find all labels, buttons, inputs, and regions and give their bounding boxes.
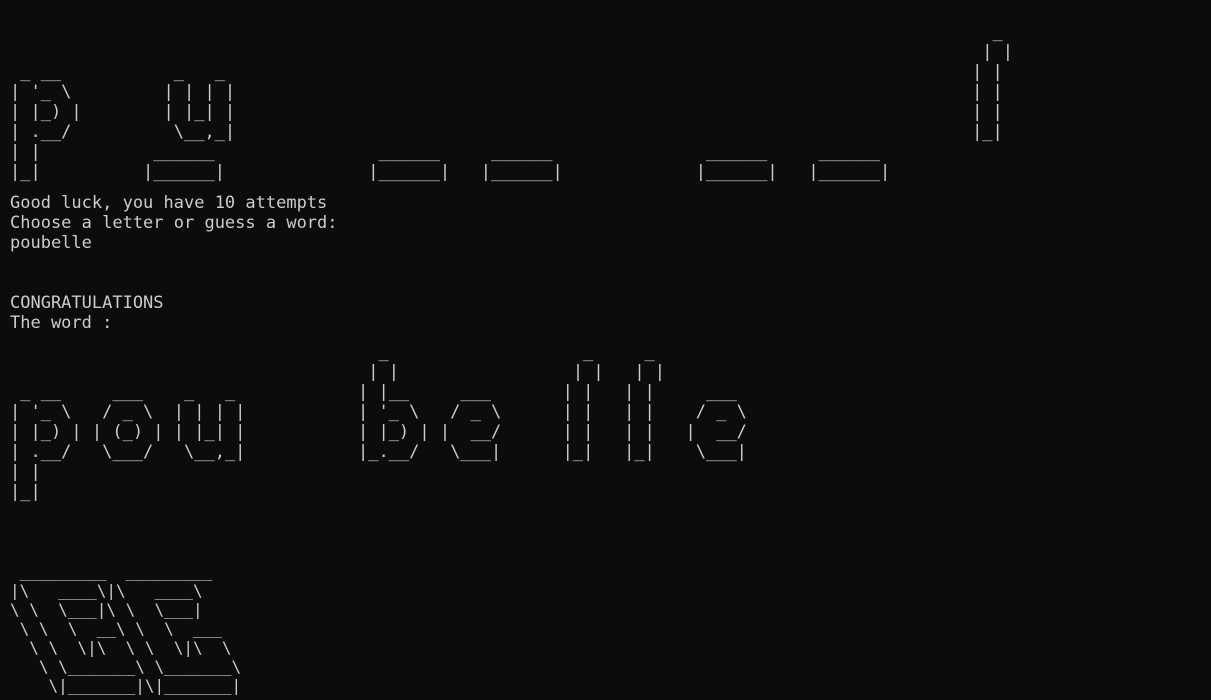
- logo-art-line: \ \_______\ \_______\: [10, 657, 242, 676]
- logo-art-line: \ \ \|\ \ \ \|\ \: [10, 638, 232, 657]
- logo-ascii-art: _________ _________ |\ ____\|\ ____\ \ \…: [10, 562, 241, 695]
- logo-art-line: |\ ____\|\ ____\: [10, 581, 203, 600]
- game-status-text: Good luck, you have 10 attempts Choose a…: [10, 193, 338, 253]
- logo-art-line: \ \ \___|\ \ \___|: [10, 600, 203, 619]
- revealed-word-art-line: _ __ ___ _ _ | |__ ___ | | | | ___: [10, 382, 737, 402]
- revealed-word-art-line: |_|: [10, 482, 41, 502]
- masked-word-ascii-art: _ | | _ __ _ _ | | | '_ \ | | | | | | | …: [10, 22, 1013, 182]
- logo-art-line: \|_______|\|_______|: [10, 676, 242, 695]
- masked-word-art-line: | |: [10, 42, 1014, 62]
- masked-word-art-line: | | ______ ______ ______ ______ ______: [10, 142, 880, 162]
- masked-word-art-line: | '_ \ | | | | | |: [10, 82, 1003, 102]
- masked-word-art-line: _ __ _ _ | |: [10, 62, 1003, 82]
- logo-art-line: \ \ \ __\ \ \ ___: [10, 619, 222, 638]
- logo-art-line: _________ _________: [10, 562, 213, 581]
- revealed-word-ascii-art: _ _ _ | | | | | | _ __ ___ _ _ | |__ ___…: [10, 342, 747, 502]
- result-message: CONGRATULATIONS The word :: [10, 293, 164, 333]
- result-line: CONGRATULATIONS: [10, 293, 164, 313]
- revealed-word-art-line: | | | | | |: [10, 362, 666, 382]
- status-line: Choose a letter or guess a word:: [10, 213, 338, 233]
- result-line: The word :: [10, 313, 113, 333]
- masked-word-art-line: |_| |______| |______| |______| |______| …: [10, 162, 891, 182]
- status-line: Good luck, you have 10 attempts: [10, 193, 328, 213]
- terminal-window: _ | | _ __ _ _ | | | '_ \ | | | | | | | …: [0, 0, 1211, 700]
- revealed-word-art-line: | |_) | | (_) | | |_| | | |_) | | __/ | …: [10, 422, 747, 442]
- revealed-word-art-line: _ _ _: [10, 342, 655, 362]
- revealed-word-art-line: | .__/ \___/ \__,_| |_.__/ \___| |_| |_|…: [10, 442, 747, 462]
- status-line: poubelle: [10, 233, 92, 253]
- masked-word-art-line: | |_) | | |_| | | |: [10, 102, 1003, 122]
- revealed-word-art-line: | |: [10, 462, 41, 482]
- masked-word-art-line: | .__/ \__,_| |_|: [10, 122, 1003, 142]
- revealed-word-art-line: | '_ \ / _ \ | | | | | '_ \ / _ \ | | | …: [10, 402, 747, 422]
- masked-word-art-line: _: [10, 22, 1003, 42]
